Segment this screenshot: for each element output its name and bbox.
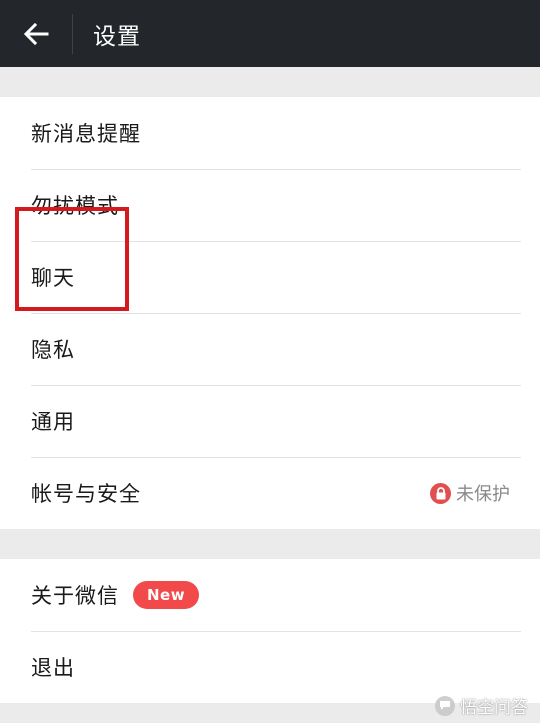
settings-item-label: 通用 [31, 410, 75, 434]
speech-bubble-icon [435, 695, 455, 716]
settings-group-secondary: 关于微信 New 退出 [0, 559, 540, 703]
settings-item-do-not-disturb[interactable]: 勿扰模式 [0, 169, 540, 241]
settings-item-label: 勿扰模式 [31, 194, 119, 218]
settings-item-label: 隐私 [31, 338, 75, 362]
header-divider [72, 13, 73, 54]
security-status-text: 未保护 [456, 484, 510, 505]
new-badge: New [133, 581, 200, 609]
back-button[interactable] [0, 0, 72, 67]
watermark: 悟空问答 [435, 693, 528, 718]
settings-item-privacy[interactable]: 隐私 [0, 313, 540, 385]
settings-item-general[interactable]: 通用 [0, 385, 540, 457]
watermark-text: 悟空问答 [460, 698, 528, 718]
settings-group-main: 新消息提醒 勿扰模式 聊天 隐私 通用 帐号与安全 未保护 [0, 97, 540, 529]
settings-item-account-security[interactable]: 帐号与安全 未保护 [0, 457, 540, 529]
top-bar: 设置 [0, 0, 540, 67]
settings-item-label: 关于微信 [31, 584, 119, 608]
settings-item-label: 新消息提醒 [31, 122, 141, 146]
settings-item-about[interactable]: 关于微信 New [0, 559, 540, 631]
settings-item-notifications[interactable]: 新消息提醒 [0, 97, 540, 169]
lock-icon [430, 482, 451, 504]
settings-item-chat[interactable]: 聊天 [0, 241, 540, 313]
settings-item-label: 帐号与安全 [31, 482, 141, 506]
arrow-left-icon [23, 22, 49, 45]
settings-item-label: 退出 [31, 656, 75, 680]
settings-item-label: 聊天 [31, 266, 75, 290]
page-title: 设置 [93, 23, 141, 50]
security-status: 未保护 [430, 480, 510, 506]
